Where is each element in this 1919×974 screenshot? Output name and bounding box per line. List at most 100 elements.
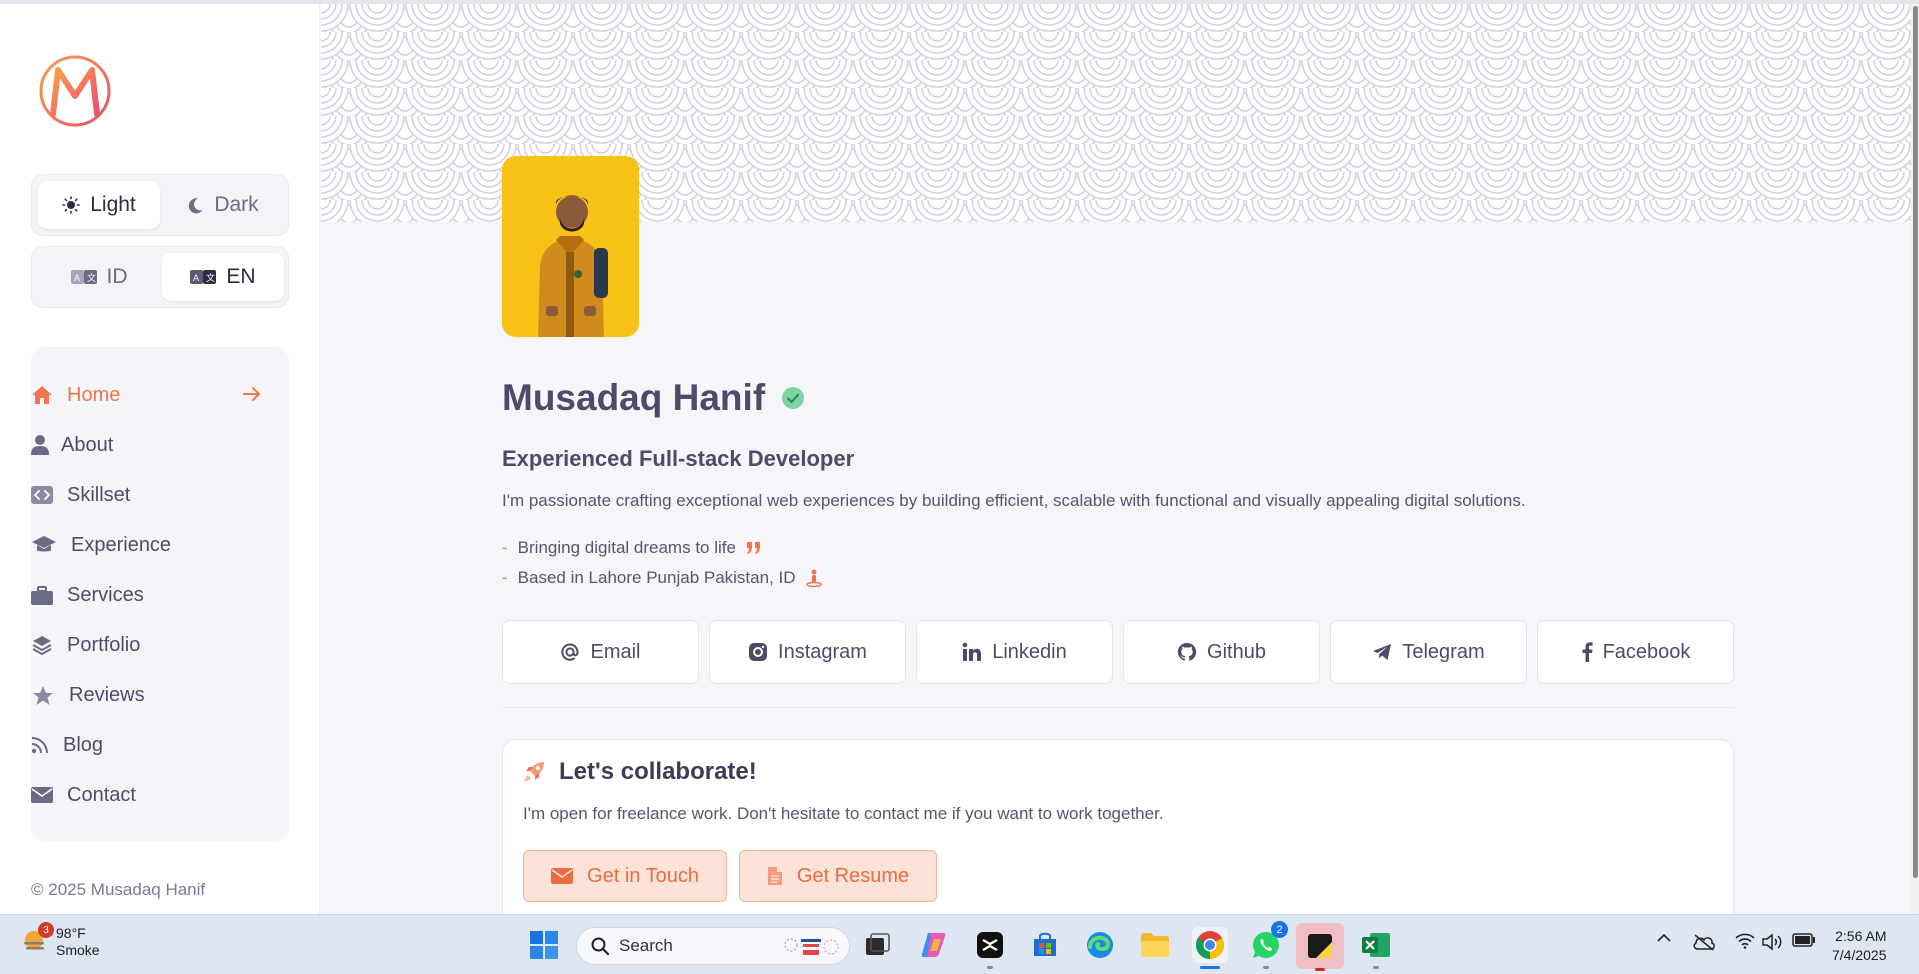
- instagram-icon: [749, 643, 768, 661]
- document-icon: [767, 867, 782, 885]
- taskbar-search[interactable]: Search: [576, 927, 850, 965]
- bullet-dash: -: [502, 568, 508, 587]
- running-indicator: [1373, 966, 1379, 969]
- onedrive-status[interactable]: [1692, 933, 1716, 951]
- search-placeholder: Search: [619, 936, 673, 955]
- theme-toggle: Light Dark: [31, 174, 289, 236]
- get-in-touch-button[interactable]: Get in Touch: [523, 850, 727, 902]
- arrow-right-icon: [243, 387, 260, 401]
- wifi-icon: [1735, 933, 1755, 949]
- sidebar-item-label: Skillset: [67, 483, 131, 506]
- file-explorer-button[interactable]: [1137, 927, 1173, 963]
- windows-taskbar: 3 98°F Smoke Search 2 2:56 AM 7/4/2025: [0, 914, 1919, 974]
- dark-label: Dark: [214, 193, 259, 216]
- site-logo[interactable]: [38, 54, 112, 128]
- collaborate-card: Let's collaborate! I'm open for freelanc…: [502, 739, 1734, 939]
- sticky-notes-icon: [1308, 934, 1332, 958]
- translate-icon: A文: [70, 270, 97, 284]
- dark-theme-button[interactable]: Dark: [162, 181, 284, 229]
- language-en-button[interactable]: A文 EN: [162, 253, 284, 301]
- facebook-icon: [1582, 642, 1593, 662]
- graduation-cap-icon: [31, 534, 57, 556]
- sidebar-item-label: Blog: [63, 733, 104, 756]
- social-label: Linkedin: [992, 640, 1067, 663]
- sidebar: Light Dark A文 ID A文 EN Home About Skills…: [0, 4, 320, 914]
- section-divider: [502, 707, 1734, 708]
- cloud-offline-icon: [1693, 934, 1715, 951]
- sidebar-item-label: Portfolio: [67, 633, 141, 656]
- profile-photo: [502, 156, 639, 337]
- linkedin-link-button[interactable]: Linkedin: [916, 620, 1113, 684]
- sidebar-item-home[interactable]: Home: [31, 375, 289, 415]
- battery-status[interactable]: [1792, 933, 1816, 947]
- sidebar-item-about[interactable]: About: [31, 425, 289, 465]
- weather-widget[interactable]: 3 98°F Smoke: [20, 922, 100, 959]
- running-indicator: [1263, 966, 1269, 969]
- sidebar-item-blog[interactable]: Blog: [31, 725, 289, 765]
- sidebar-item-services[interactable]: Services: [31, 575, 289, 615]
- chevron-up-icon: [1657, 933, 1671, 942]
- sidebar-nav: Home About Skillset Experience Services …: [31, 347, 289, 841]
- excel-icon: [1362, 933, 1390, 957]
- sidebar-item-portfolio[interactable]: Portfolio: [31, 625, 289, 665]
- battery-icon: [1792, 933, 1815, 947]
- whatsapp-button[interactable]: 2: [1248, 921, 1288, 969]
- briefcase-icon: [31, 584, 53, 606]
- envelope-icon: [31, 784, 53, 806]
- instagram-link-button[interactable]: Instagram: [709, 620, 906, 684]
- location-person-icon: [805, 569, 822, 587]
- collaborate-title-text: Let's collaborate!: [559, 758, 757, 785]
- holiday-search-icon: [784, 938, 839, 955]
- edge-button[interactable]: [1082, 927, 1118, 963]
- wifi-status[interactable]: [1734, 933, 1756, 949]
- envelope-icon: [551, 868, 574, 884]
- profile-name: Musadaq Hanif: [502, 377, 805, 419]
- taskbar-clock[interactable]: 2:56 AM 7/4/2025: [1832, 927, 1887, 965]
- clock-time: 2:56 AM: [1835, 928, 1887, 944]
- linkedin-icon: [962, 642, 982, 661]
- svg-text:文: 文: [206, 272, 215, 284]
- light-theme-button[interactable]: Light: [38, 181, 160, 229]
- github-link-button[interactable]: Github: [1123, 620, 1320, 684]
- telegram-icon: [1373, 644, 1392, 660]
- rss-icon: [31, 734, 49, 756]
- svg-text:A: A: [74, 274, 81, 284]
- edge-icon: [1087, 932, 1113, 958]
- excel-button[interactable]: [1358, 927, 1394, 969]
- task-view-button[interactable]: [860, 927, 896, 963]
- sidebar-item-label: About: [61, 433, 114, 456]
- search-icon: [591, 937, 609, 955]
- copilot-button[interactable]: [916, 927, 952, 963]
- sidebar-item-experience[interactable]: Experience: [31, 525, 289, 565]
- sidebar-item-skillset[interactable]: Skillset: [31, 475, 289, 515]
- scrollbar-thumb[interactable]: [1913, 6, 1918, 878]
- sidebar-item-reviews[interactable]: Reviews: [31, 675, 289, 715]
- whatsapp-badge: 2: [1271, 921, 1288, 938]
- running-indicator: [987, 966, 993, 969]
- volume-status[interactable]: [1762, 933, 1784, 951]
- facebook-link-button[interactable]: Facebook: [1537, 620, 1734, 684]
- page-scrollbar[interactable]: [1911, 4, 1919, 914]
- bullet-dash: -: [502, 538, 508, 557]
- weather-text: 98°F Smoke: [56, 925, 100, 959]
- capcut-button[interactable]: [972, 927, 1008, 969]
- chrome-button[interactable]: [1192, 927, 1228, 969]
- microsoft-store-button[interactable]: [1027, 927, 1063, 963]
- email-link-button[interactable]: Email: [502, 620, 699, 684]
- sidebar-item-contact[interactable]: Contact: [31, 775, 289, 815]
- windows-logo-icon: [530, 931, 558, 959]
- clock-date: 7/4/2025: [1832, 947, 1887, 963]
- social-label: Instagram: [778, 640, 867, 663]
- social-label: Github: [1207, 640, 1266, 663]
- get-in-touch-label: Get in Touch: [587, 864, 699, 887]
- start-button[interactable]: [526, 927, 562, 963]
- sticky-notes-button[interactable]: [1296, 923, 1344, 971]
- capcut-icon: [977, 932, 1003, 958]
- show-hidden-icons-button[interactable]: [1654, 933, 1674, 943]
- get-resume-button[interactable]: Get Resume: [739, 850, 937, 902]
- language-id-label: ID: [106, 265, 128, 288]
- moon-icon: [189, 197, 203, 213]
- profile-bio: I'm passionate crafting exceptional web …: [502, 491, 1526, 510]
- telegram-link-button[interactable]: Telegram: [1330, 620, 1527, 684]
- language-id-button[interactable]: A文 ID: [38, 253, 160, 301]
